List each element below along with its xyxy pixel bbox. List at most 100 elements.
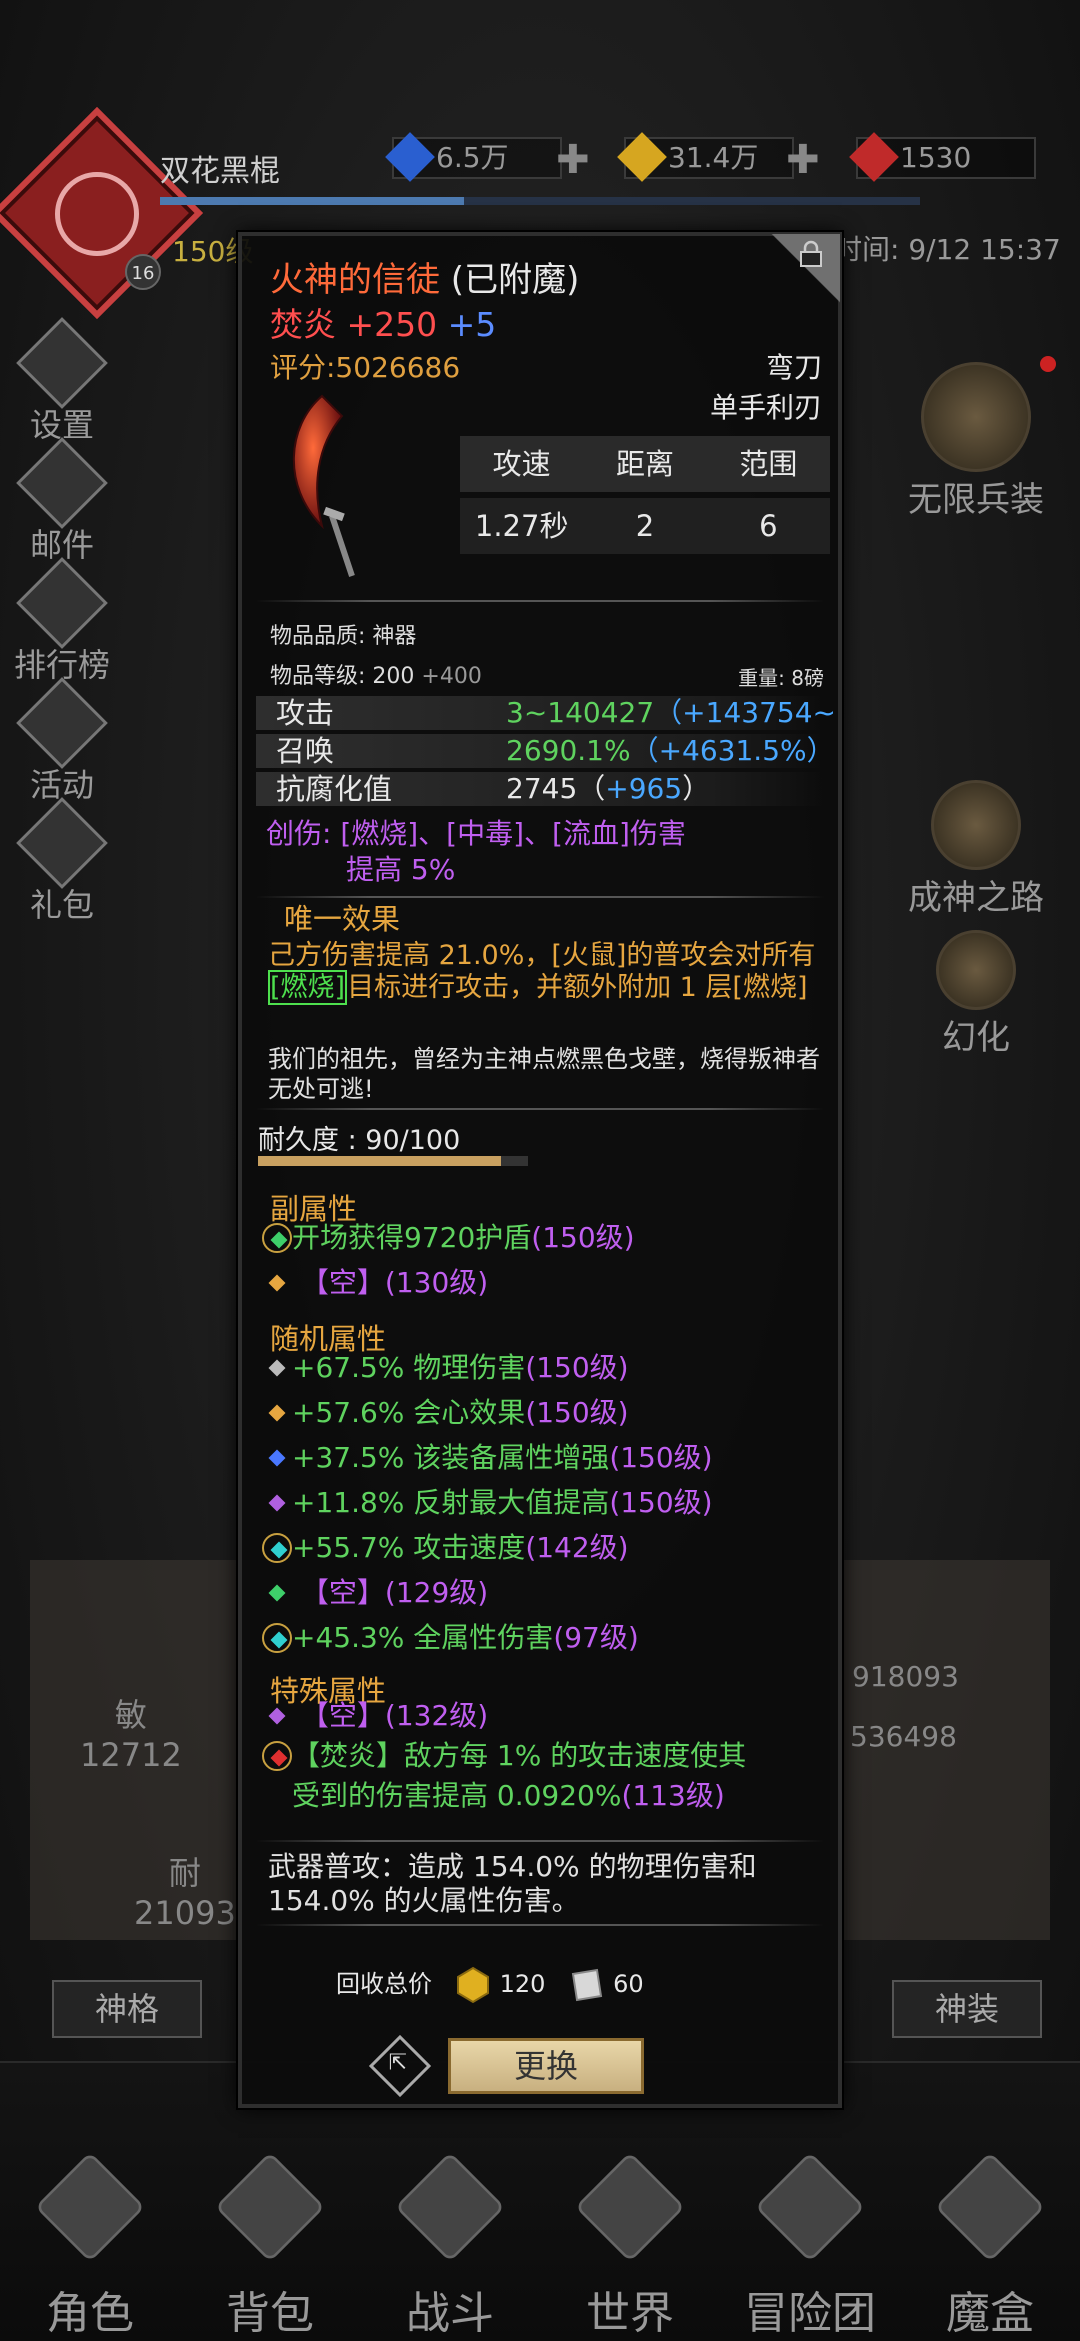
trauma-line-2: 提高 5% <box>346 853 456 886</box>
backpack-icon <box>214 2151 326 2263</box>
menu-godhood-path[interactable]: 成神之路 <box>894 780 1058 919</box>
gem-socket-icon <box>262 1623 292 1653</box>
weapon-normal-attack: 武器普攻：造成 154.0% 的物理伤害和 154.0% 的火属性伤害。 <box>268 1850 757 1917</box>
random-attr-row: +57.6% 会心效果(150级) <box>262 1395 629 1431</box>
divider <box>256 1108 824 1110</box>
tab-world[interactable]: 世界 <box>540 2147 720 2341</box>
stat-right-1: 918093 <box>852 1660 959 1693</box>
tab-character[interactable]: 角色 <box>0 2147 180 2341</box>
gem-socket-icon <box>262 1533 292 1563</box>
blue-gem-icon <box>385 132 435 182</box>
menu-activity[interactable]: 活动 <box>2 677 122 806</box>
durability-label: 耐久度 : 90/100 <box>258 1125 461 1156</box>
random-attr-row: +67.5% 物理伤害(150级) <box>262 1350 629 1386</box>
god-equip-button[interactable]: 神装 <box>892 1980 1042 2038</box>
gem-socket-icon <box>262 1223 292 1253</box>
weapon-type: 弯刀 <box>765 351 822 384</box>
divider <box>256 1840 824 1842</box>
special-attr-row: 【焚炎】敌方每 1% 的攻击速度使其 <box>262 1738 746 1774</box>
gift-icon <box>16 797 108 889</box>
share-button[interactable]: ⇱ <box>368 2034 432 2098</box>
time-text: 时间: 9/12 15:37 <box>834 233 1061 266</box>
item-name: 火神的信徒 (已附魔) <box>270 260 580 300</box>
random-attr-row: +37.5% 该装备属性增强(150级) <box>262 1440 713 1476</box>
menu-settings[interactable]: 设置 <box>2 317 122 446</box>
mail-icon <box>16 437 108 529</box>
player-name: 双花黑棍 <box>160 154 280 189</box>
add-blue-gem-button[interactable]: ✚ <box>556 137 590 183</box>
stat-right-2: 536498 <box>850 1720 957 1753</box>
special-attr-row: 【空】(132级) <box>262 1698 488 1734</box>
godhood-path-icon <box>931 780 1021 870</box>
cube-icon <box>934 2151 1046 2263</box>
transform-icon <box>936 930 1016 1010</box>
item-quality: 物品品质: 神器 <box>270 624 417 649</box>
resource-gold-gem: 31.4万 <box>617 132 794 182</box>
weapon-stat-table: 攻速 距离 范围 1.27秒 2 6 <box>460 436 830 566</box>
menu-gift[interactable]: 礼包 <box>2 797 122 926</box>
burn-keyword-link[interactable]: [燃烧] <box>268 970 348 1005</box>
notification-dot <box>1040 356 1056 372</box>
divider <box>256 600 824 602</box>
divider <box>256 1924 824 1926</box>
scimitar-icon <box>292 394 355 577</box>
replace-button[interactable]: 更换 <box>448 2038 644 2094</box>
tab-battle[interactable]: 战斗 <box>360 2147 540 2341</box>
menu-infinite-arms[interactable]: 无限兵装 <box>894 362 1058 521</box>
swords-icon <box>394 2151 506 2263</box>
menu-transform[interactable]: 幻化 <box>924 930 1028 1059</box>
menu-ranking[interactable]: 排行榜 <box>2 557 122 686</box>
menu-mail[interactable]: 邮件 <box>2 437 122 566</box>
tab-adventure-team[interactable]: 冒险团 <box>720 2147 900 2341</box>
item-level: 物品等级: 200 +400 <box>270 664 482 689</box>
item-lore: 我们的祖先，曾经为主神点燃黑色戈壁，烧得叛神者无处可逃! <box>268 1045 820 1103</box>
gem-socket-icon <box>262 1398 292 1428</box>
gem-socket-icon <box>262 1443 292 1473</box>
resource-red-gem: 1530 <box>849 132 1036 182</box>
durability-bar <box>258 1156 528 1166</box>
castle-icon <box>754 2151 866 2263</box>
item-weight: 重量: 8磅 <box>738 666 824 690</box>
infinite-arms-icon <box>921 362 1031 472</box>
gold-gem-value: 31.4万 <box>668 141 759 174</box>
tab-backpack[interactable]: 背包 <box>180 2147 360 2341</box>
stat-row-attack: 攻击 3~140427（+143754~ <box>256 696 836 730</box>
special-attr-row: 受到的伤害提高 0.0920%(113级) <box>292 1779 725 1812</box>
gold-gem-icon <box>456 1966 489 2004</box>
ranking-icon <box>16 557 108 649</box>
random-attr-row: +11.8% 反射最大值提高(150级) <box>262 1485 713 1521</box>
activity-icon <box>16 677 108 769</box>
lock-icon[interactable] <box>798 240 824 268</box>
gem-socket-icon <box>262 1353 292 1383</box>
random-attr-row: +55.7% 攻击速度(142级) <box>262 1530 629 1566</box>
gem-socket-icon <box>262 1488 292 1518</box>
gem-socket-icon <box>262 1578 292 1608</box>
add-gold-gem-button[interactable]: ✚ <box>786 137 820 183</box>
gear-icon <box>16 317 108 409</box>
level-badge: 16 <box>125 254 161 290</box>
enchant-line: 焚炎 +250 +5 <box>270 305 497 344</box>
red-gem-icon <box>849 132 899 182</box>
stat-row-corruption: 抗腐化值 2745（+965） <box>256 772 824 806</box>
tab-magic-box[interactable]: 魔盒 <box>900 2147 1080 2341</box>
godhood-button[interactable]: 神格 <box>52 1980 202 2038</box>
gem-socket-icon <box>262 1701 292 1731</box>
trauma-line-1: 创伤: [燃烧]、[中毒]、[流血]伤害 <box>266 817 686 850</box>
recycle-total: 回收总价 120 60 <box>336 1964 644 2004</box>
stat-agility: 敏 12712 <box>80 1696 182 1774</box>
weapon-category: 单手利刃 <box>709 391 822 424</box>
random-attr-row: +45.3% 全属性伤害(97级) <box>262 1620 639 1656</box>
item-tooltip: 火神的信徒 (已附魔) 焚炎 +250 +5 评分:5026686 弯刀 单手利… <box>238 232 842 2108</box>
blue-gem-value: 6.5万 <box>436 141 509 174</box>
emblem-ring <box>55 172 139 256</box>
unique-effect-title: 唯一效果 <box>284 902 401 936</box>
stat-row-summon: 召唤 2690.1%（+4631.5%） <box>256 734 835 768</box>
scroll-icon <box>571 1968 603 2002</box>
random-attr-row: 【空】(129级) <box>262 1575 488 1611</box>
unique-effect-text: 己方伤害提高 21.0%，[火鼠]的普攻会对所有[燃烧]目标进行攻击，并额外附加… <box>268 940 816 1005</box>
map-icon <box>574 2151 686 2263</box>
gem-socket-icon <box>262 1741 292 1771</box>
gem-socket-icon <box>262 1268 292 1298</box>
stat-stamina: 耐 21093 <box>134 1854 236 1932</box>
sub-attr-row: 【空】(130级) <box>262 1265 488 1301</box>
